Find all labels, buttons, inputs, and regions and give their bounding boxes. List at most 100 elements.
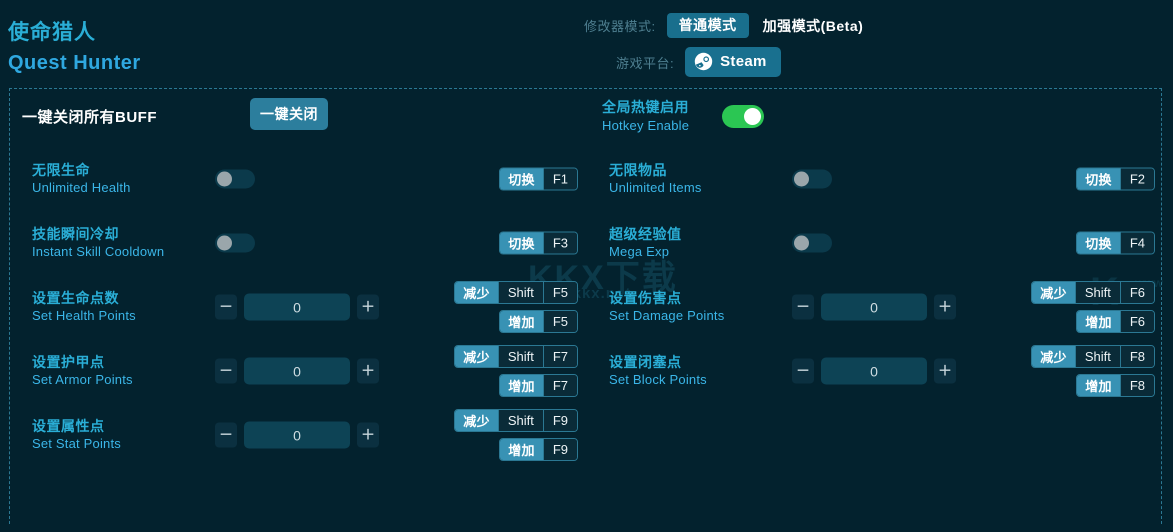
hotkey-action-label: 减少 [1032, 346, 1075, 367]
hotkey-badge[interactable]: 切换 F3 [499, 231, 578, 255]
cheat-row-control [215, 169, 255, 189]
stepper-increase-button[interactable]: + [357, 422, 379, 448]
hotkey-badges: 切换 F3 [499, 231, 578, 255]
cheat-label-cn: 设置生命点数 [32, 290, 119, 307]
cheat-row: 无限生命 Unlimited Health 切换 F1 [10, 147, 586, 211]
cheat-row-label: 超级经验值 Mega Exp [609, 225, 784, 261]
hotkey-action-label: 减少 [455, 410, 498, 431]
stepper-value-input[interactable]: 0 [821, 293, 927, 321]
stepper-increase-button[interactable]: + [357, 358, 379, 384]
mode-enhanced-button[interactable]: 加强模式(Beta) [763, 16, 864, 36]
cheat-row: 技能瞬间冷却 Instant Skill Cooldown 切换 F3 [10, 211, 586, 275]
cheat-label-cn: 超级经验值 [609, 226, 682, 243]
stepper-value-input[interactable]: 0 [244, 293, 350, 321]
hotkey-action-label: 切换 [500, 168, 543, 190]
hotkey-badge[interactable]: 减少 Shift F7 [454, 345, 578, 368]
mode-normal-button[interactable]: 普通模式 [666, 13, 749, 38]
stepper-increase-button[interactable]: + [934, 294, 956, 320]
hotkey-badge[interactable]: 增加 F8 [1076, 374, 1155, 397]
cheat-label-en: Unlimited Items [609, 180, 702, 196]
hotkey-badge[interactable]: 减少 Shift F8 [1031, 345, 1155, 368]
hotkey-action-label: 减少 [1032, 282, 1075, 303]
cheat-label-cn: 设置护甲点 [32, 354, 105, 371]
main-panel: 一键关闭所有BUFF 一键关闭 全局热键启用 Hotkey Enable 无限生… [9, 88, 1162, 524]
hotkey-key: F1 [542, 168, 577, 190]
cheat-label-cn: 无限物品 [609, 162, 667, 179]
disable-all-buffs-button[interactable]: 一键关闭 [250, 98, 328, 130]
hotkey-action-label: 增加 [500, 439, 543, 460]
toggle-knob [217, 171, 232, 187]
value-stepper: −0 + [215, 357, 379, 385]
hotkey-badges: 减少 Shift F8 增加 F8 [1031, 345, 1155, 397]
cheat-label-en: Unlimited Health [32, 180, 131, 196]
cheat-row: 设置属性点 Set Stat Points −0 + 减少 Shift F9 增加 F9 [10, 403, 586, 467]
hotkey-badge[interactable]: 切换 F1 [499, 167, 578, 191]
hotkey-key: F7 [542, 375, 577, 396]
stepper-decrease-button[interactable]: − [215, 358, 237, 384]
hotkey-key: F9 [542, 439, 577, 460]
cheat-column-left: 无限生命 Unlimited Health 切换 F1 技能瞬间冷却 Instant Sk… [10, 147, 586, 467]
cheat-row: 设置闭塞点 Set Block Points −0 + 减少 Shift F8 增加 F8 [587, 339, 1163, 403]
hotkey-key: F4 [1119, 232, 1154, 254]
hotkey-badges: 切换 F2 [1076, 167, 1155, 191]
cheat-row-control [792, 233, 832, 253]
global-hotkey-label-cn: 全局热键启用 [602, 99, 689, 115]
cheat-label-en: Set Block Points [609, 372, 707, 388]
value-stepper: −0 + [792, 357, 956, 385]
cheat-label-en: Set Health Points [32, 308, 136, 324]
app-header: 使命猎人 Quest Hunter 修改器模式: 普通模式 加强模式(Beta)… [0, 0, 1173, 88]
cheat-toggle[interactable] [792, 233, 832, 253]
cheat-row-control: −0 + [792, 357, 956, 385]
stepper-increase-button[interactable]: + [357, 294, 379, 320]
hotkey-badge[interactable]: 切换 F2 [1076, 167, 1155, 191]
hotkey-badge[interactable]: 增加 F9 [499, 438, 578, 461]
hotkey-badge[interactable]: 减少 Shift F5 [454, 281, 578, 304]
disable-all-buffs-label: 一键关闭所有BUFF [22, 109, 157, 126]
stepper-decrease-button[interactable]: − [215, 294, 237, 320]
stepper-value-input[interactable]: 0 [244, 421, 350, 449]
toggle-knob [794, 171, 809, 187]
stepper-increase-button[interactable]: + [934, 358, 956, 384]
hotkey-badges: 减少 Shift F9 增加 F9 [454, 409, 578, 461]
hotkey-key: Shift [497, 346, 543, 367]
hotkey-badge[interactable]: 增加 F7 [499, 374, 578, 397]
hotkey-key: F5 [542, 311, 577, 332]
hotkey-badges: 切换 F1 [499, 167, 578, 191]
hotkey-badge[interactable]: 减少 Shift F9 [454, 409, 578, 432]
toggle-knob [217, 235, 232, 251]
hotkey-action-label: 增加 [500, 311, 543, 332]
stepper-value-input[interactable]: 0 [244, 357, 350, 385]
toggle-knob [744, 108, 761, 126]
app-title-cn: 使命猎人 [8, 21, 96, 44]
hotkey-badge[interactable]: 增加 F5 [499, 310, 578, 333]
hotkey-badge[interactable]: 减少 Shift F6 [1031, 281, 1155, 304]
cheat-row-control: −0 + [792, 293, 956, 321]
hotkey-key: F8 [1119, 346, 1154, 367]
platform-steam-button[interactable]: Steam [685, 47, 781, 77]
hotkey-action-label: 切换 [500, 232, 543, 254]
cheat-row-control: −0 + [215, 421, 379, 449]
cheat-row: 无限物品 Unlimited Items 切换 F2 [587, 147, 1163, 211]
hotkey-key: F2 [1119, 168, 1154, 190]
cheat-toggle[interactable] [215, 169, 255, 189]
stepper-decrease-button[interactable]: − [215, 422, 237, 448]
cheat-label-en: Mega Exp [609, 244, 670, 260]
cheat-toggle[interactable] [215, 233, 255, 253]
stepper-value-input[interactable]: 0 [821, 357, 927, 385]
hotkey-badge[interactable]: 增加 F6 [1076, 310, 1155, 333]
stepper-decrease-button[interactable]: − [792, 358, 814, 384]
cheat-label-cn: 无限生命 [32, 162, 90, 179]
value-stepper: −0 + [215, 421, 379, 449]
global-hotkey-toggle[interactable] [722, 105, 764, 129]
cheat-row-control: −0 + [215, 357, 379, 385]
hotkey-badge[interactable]: 切换 F4 [1076, 231, 1155, 255]
cheat-row-label: 设置护甲点 Set Armor Points [32, 353, 207, 389]
cheat-toggle[interactable] [792, 169, 832, 189]
cheat-row: 超级经验值 Mega Exp 切换 F4 [587, 211, 1163, 275]
app-title-en: Quest Hunter [8, 52, 141, 74]
platform-steam-label: Steam [720, 53, 767, 70]
hotkey-key: F5 [542, 282, 577, 303]
stepper-decrease-button[interactable]: − [792, 294, 814, 320]
steam-icon [694, 52, 713, 71]
hotkey-badges: 减少 Shift F5 增加 F5 [454, 281, 578, 333]
